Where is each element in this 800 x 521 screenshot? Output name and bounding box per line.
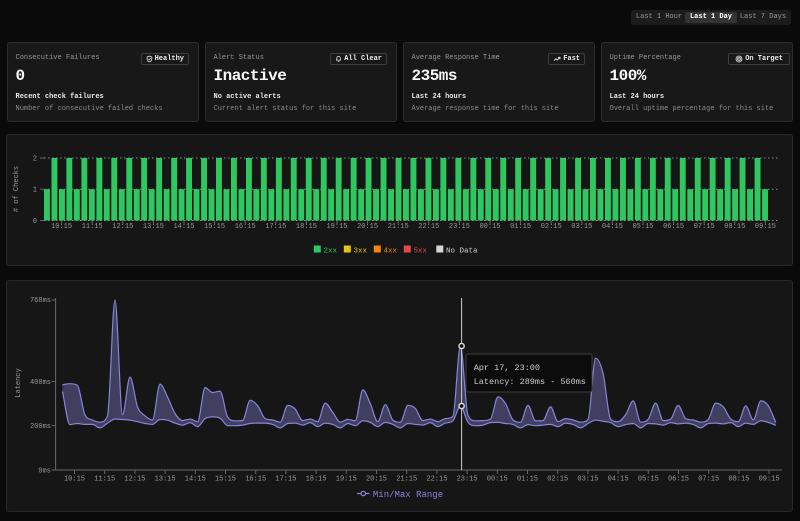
svg-text:15:15: 15:15: [215, 476, 236, 484]
svg-text:13:15: 13:15: [143, 223, 164, 231]
svg-text:09:15: 09:15: [759, 476, 780, 484]
svg-text:08:15: 08:15: [724, 223, 745, 231]
svg-text:02:15: 02:15: [547, 476, 568, 484]
svg-text:0ms: 0ms: [38, 468, 51, 476]
svg-text:01:15: 01:15: [510, 223, 531, 231]
svg-text:20:15: 20:15: [357, 223, 378, 231]
svg-text:18:15: 18:15: [296, 223, 317, 231]
svg-text:2: 2: [33, 156, 37, 164]
svg-text:09:15: 09:15: [755, 223, 776, 231]
svg-text:03:15: 03:15: [571, 223, 592, 231]
svg-text:11:15: 11:15: [94, 476, 115, 484]
svg-text:08:15: 08:15: [728, 476, 749, 484]
svg-text:14:15: 14:15: [185, 476, 206, 484]
svg-text:19:15: 19:15: [326, 223, 347, 231]
svg-text:768ms: 768ms: [30, 297, 51, 305]
svg-text:07:15: 07:15: [694, 223, 715, 231]
svg-text:16:15: 16:15: [235, 223, 256, 231]
svg-text:14:15: 14:15: [173, 223, 194, 231]
svg-text:2xx: 2xx: [324, 248, 338, 256]
svg-text:05:15: 05:15: [638, 476, 659, 484]
svg-text:# of Checks: # of Checks: [13, 166, 21, 212]
svg-text:04:15: 04:15: [602, 223, 623, 231]
svg-text:22:15: 22:15: [418, 223, 439, 231]
svg-text:No Data: No Data: [446, 248, 478, 256]
svg-text:20:15: 20:15: [366, 476, 387, 484]
svg-text:04:15: 04:15: [608, 476, 629, 484]
svg-text:10:15: 10:15: [51, 223, 72, 231]
svg-text:12:15: 12:15: [124, 476, 145, 484]
svg-text:00:15: 00:15: [487, 476, 508, 484]
svg-text:00:15: 00:15: [479, 223, 500, 231]
svg-text:03:15: 03:15: [577, 476, 598, 484]
svg-text:18:15: 18:15: [306, 476, 327, 484]
svg-text:06:15: 06:15: [668, 476, 689, 484]
svg-text:19:15: 19:15: [336, 476, 357, 484]
svg-text:4xx: 4xx: [384, 248, 398, 256]
svg-text:3xx: 3xx: [354, 248, 368, 256]
svg-text:07:15: 07:15: [698, 476, 719, 484]
svg-text:0: 0: [33, 218, 37, 226]
svg-text:10:15: 10:15: [64, 476, 85, 484]
svg-text:02:15: 02:15: [541, 223, 562, 231]
svg-text:15:15: 15:15: [204, 223, 225, 231]
svg-text:Latency: 289ms - 560ms: Latency: 289ms - 560ms: [474, 377, 586, 387]
svg-text:17:15: 17:15: [265, 223, 286, 231]
svg-text:400ms: 400ms: [30, 379, 51, 387]
svg-text:5xx: 5xx: [414, 248, 428, 256]
svg-text:16:15: 16:15: [245, 476, 266, 484]
svg-text:01:15: 01:15: [517, 476, 538, 484]
svg-text:Apr 17, 23:00: Apr 17, 23:00: [474, 363, 540, 373]
svg-text:13:15: 13:15: [155, 476, 176, 484]
svg-text:23:15: 23:15: [449, 223, 470, 231]
svg-text:12:15: 12:15: [112, 223, 133, 231]
svg-text:05:15: 05:15: [632, 223, 653, 231]
svg-text:23:15: 23:15: [457, 476, 478, 484]
svg-text:Latency: Latency: [15, 368, 23, 397]
svg-text:22:15: 22:15: [426, 476, 447, 484]
svg-text:Min/Max Range: Min/Max Range: [373, 490, 443, 500]
svg-text:11:15: 11:15: [82, 223, 103, 231]
svg-text:200ms: 200ms: [30, 423, 51, 431]
svg-text:17:15: 17:15: [275, 476, 296, 484]
svg-text:21:15: 21:15: [396, 476, 417, 484]
svg-text:06:15: 06:15: [663, 223, 684, 231]
svg-text:1: 1: [33, 187, 37, 195]
svg-text:21:15: 21:15: [388, 223, 409, 231]
